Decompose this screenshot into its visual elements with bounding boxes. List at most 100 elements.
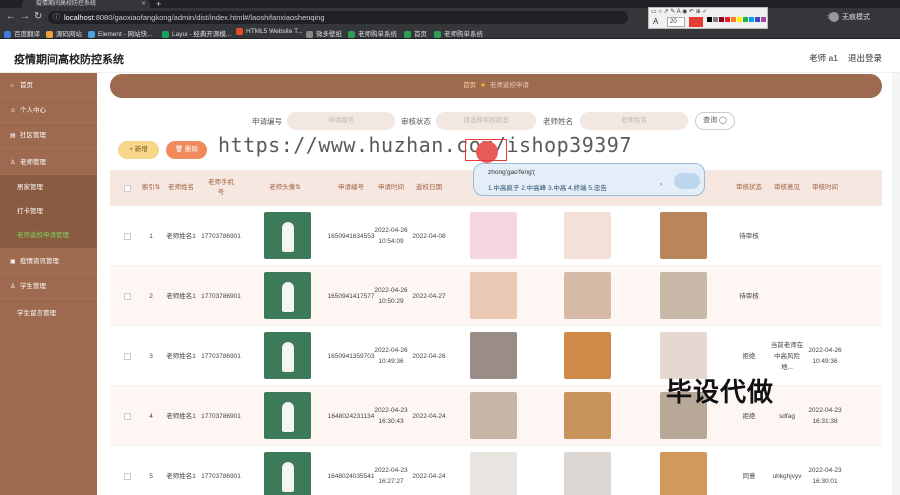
sidebar-sub-home-isolation[interactable]: 居家管理 xyxy=(0,175,97,200)
sidebar-item-students[interactable]: ♙ 学生管理 xyxy=(0,274,97,299)
row-checkbox[interactable] xyxy=(120,386,134,446)
teacher-name-input[interactable]: 老师姓名 xyxy=(580,112,688,130)
info-icon[interactable]: ⓘ xyxy=(53,11,60,24)
search-button[interactable]: 查询 ◯ xyxy=(695,112,735,130)
url-field[interactable]: ⓘ localhost:8080/gaoxiaofangkong/admin/d… xyxy=(48,11,628,24)
breadcrumb-home[interactable]: 首页 xyxy=(463,82,476,89)
row-checkbox[interactable] xyxy=(120,326,134,386)
attachment-image[interactable] xyxy=(470,452,517,495)
sidebar-item-home[interactable]: ⌂ 首页 xyxy=(0,73,97,98)
browser-tab[interactable]: 疫情期间高校防控系统 ✕ xyxy=(22,0,150,8)
bookmark-icon xyxy=(162,30,169,38)
select-all-checkbox[interactable] xyxy=(120,170,134,206)
attachment-image[interactable] xyxy=(660,212,707,259)
color-swatch[interactable] xyxy=(743,17,748,22)
bookmark[interactable]: HTML5 Website T... xyxy=(236,28,303,35)
col-phone[interactable]: 老师手机号 xyxy=(205,170,237,206)
sidebar-item-teachers[interactable]: ♙ 老师管理 xyxy=(0,150,97,175)
teacher-avatar-image[interactable] xyxy=(264,332,311,379)
color-swatch[interactable] xyxy=(725,17,730,22)
bookmark[interactable]: Element - 网站快... xyxy=(88,28,153,38)
color-swatch[interactable] xyxy=(749,17,754,22)
col-index[interactable]: 索引 ⇅ xyxy=(140,170,162,206)
reload-icon[interactable]: ↻ xyxy=(34,11,42,22)
col-status[interactable]: 审核状态 xyxy=(732,170,766,206)
attachment-image[interactable] xyxy=(564,452,611,495)
bookmark[interactable]: 老师购单系统 xyxy=(434,28,483,38)
col-opinion[interactable]: 审核意见 xyxy=(770,170,804,206)
apply-no-input[interactable]: 申请编号 xyxy=(287,112,395,130)
close-icon[interactable]: ✕ xyxy=(141,0,146,8)
chevron-right-icon[interactable]: › xyxy=(660,182,662,188)
col-review-time[interactable]: 审核时间 xyxy=(808,170,842,206)
teacher-avatar-image[interactable] xyxy=(264,212,311,259)
cell-return-date: 2022-04-27 xyxy=(412,292,446,300)
col-apply-no[interactable]: 申请编号 xyxy=(332,170,370,206)
sidebar-item-news[interactable]: ▣ 疫情资讯管理 xyxy=(0,249,97,274)
sidebar-sub-return-application[interactable]: 老师返校申请管理 xyxy=(0,223,97,248)
attachment-image[interactable] xyxy=(564,332,611,379)
forward-icon[interactable]: → xyxy=(20,11,30,22)
sidebar-sub-checkin[interactable]: 打卡管理 xyxy=(0,199,97,224)
sidebar-item-profile[interactable]: ☺ 个人中心 xyxy=(0,98,97,123)
bookmark[interactable]: 老师购单系统 xyxy=(348,28,397,38)
scrollbar[interactable] xyxy=(892,73,900,495)
teacher-avatar-image[interactable] xyxy=(264,272,311,319)
color-swatch[interactable] xyxy=(755,17,760,22)
bookmark-icon xyxy=(404,30,411,38)
font-size-select[interactable]: 20 xyxy=(667,17,685,27)
color-swatch[interactable] xyxy=(731,17,736,22)
bookmark[interactable]: 微多壁纸 xyxy=(306,28,342,38)
text-tool-icon[interactable]: A xyxy=(653,17,658,26)
profile-button[interactable]: 无痕模式 xyxy=(829,12,870,23)
color-swatch[interactable] xyxy=(713,17,718,22)
color-swatch[interactable] xyxy=(707,17,712,22)
bookmark[interactable]: 源码网站 xyxy=(46,28,82,38)
status-select[interactable]: 请选择审核状态 xyxy=(436,112,536,130)
attachment-image[interactable] xyxy=(660,272,707,319)
attachment-image[interactable] xyxy=(470,212,517,259)
attachment-image[interactable] xyxy=(564,392,611,439)
attachment-image[interactable] xyxy=(470,332,517,379)
add-button[interactable]: + 新增 xyxy=(118,141,159,159)
bookmark[interactable]: 百度翻译 xyxy=(4,28,40,38)
cell-phone: 17703786901 xyxy=(201,412,241,420)
cell-teacher-name: 老师姓名1 xyxy=(166,472,196,480)
attachment-image[interactable] xyxy=(470,392,517,439)
color-swatch[interactable] xyxy=(719,17,724,22)
sidebar-item-community[interactable]: ▤ 社区管理 xyxy=(0,123,97,148)
col-teacher-name[interactable]: 老师姓名 xyxy=(166,170,196,206)
stamp-text: 毕设代做 xyxy=(666,377,775,407)
col-apply-time[interactable]: 申请时间 xyxy=(374,170,408,206)
bookmark-icon xyxy=(46,30,53,38)
sidebar-item-messages[interactable]: 学生留言管理 xyxy=(0,301,97,326)
attachment-image[interactable] xyxy=(470,272,517,319)
color-swatch[interactable] xyxy=(761,17,766,22)
cell-apply-time: 2022-04-26 10:49:36 xyxy=(374,347,408,365)
app-title: 疫情期间高校防控系统 xyxy=(14,54,124,66)
attachment-image[interactable] xyxy=(564,272,611,319)
row-checkbox[interactable] xyxy=(120,446,134,495)
col-avatar[interactable]: 老师头像 ⇅ xyxy=(250,170,320,206)
draw-tools[interactable]: ▭ ○ ↗ ✎ A ◉ ↶ ⊕ ✓ xyxy=(651,8,707,16)
table-row[interactable]: 5 老师姓名1 17703786901 1648024035541 2022-04-23… xyxy=(110,446,882,495)
bookmark[interactable]: 首页 xyxy=(404,28,427,38)
current-color-swatch[interactable] xyxy=(689,17,703,27)
table-row[interactable]: 1 老师姓名1 17703786901 1650941634553 2022-04-26… xyxy=(110,206,882,266)
delete-button[interactable]: 🗑 删除 xyxy=(166,141,207,159)
row-checkbox[interactable] xyxy=(120,266,134,326)
table-row[interactable]: 2 老师姓名1 17703786901 1650941417577 2022-04-26… xyxy=(110,266,882,326)
col-return-date[interactable]: 返校日期 xyxy=(410,170,448,206)
attachment-image[interactable] xyxy=(660,452,707,495)
bookmark[interactable]: Layui - 经典开源模... xyxy=(162,28,231,38)
cell-opinion: sdfag xyxy=(779,412,795,420)
teacher-avatar-image[interactable] xyxy=(264,452,311,495)
attachment-image[interactable] xyxy=(564,212,611,259)
back-icon[interactable]: ← xyxy=(6,11,16,22)
home-icon: ⌂ xyxy=(10,83,14,89)
color-swatch[interactable] xyxy=(737,17,742,22)
ime-candidates[interactable]: 1.中高疯子 2.中高峰 3.中高 4.终端 5.忠告 xyxy=(488,182,607,192)
teacher-avatar-image[interactable] xyxy=(264,392,311,439)
row-checkbox[interactable] xyxy=(120,206,134,266)
logout-link[interactable]: 退出登录 xyxy=(848,52,882,64)
